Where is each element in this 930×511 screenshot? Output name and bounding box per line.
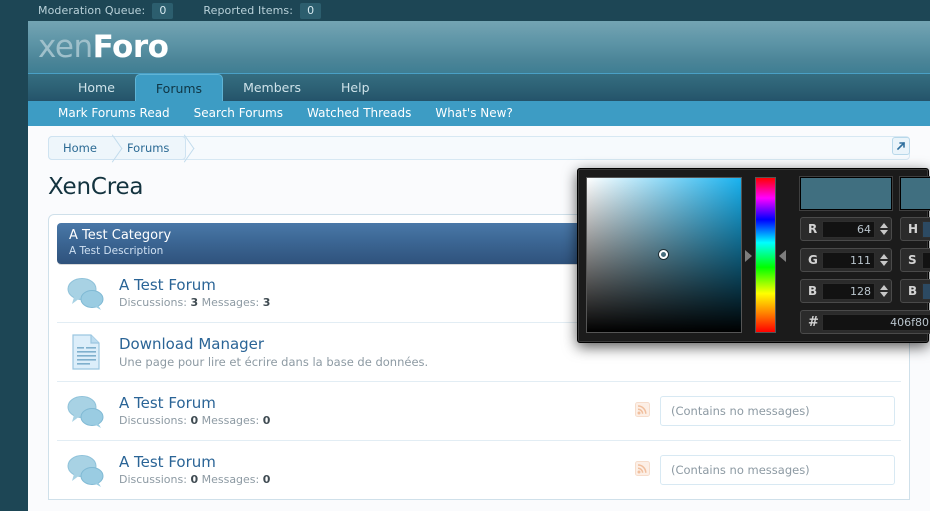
- red-stepper[interactable]: [879, 223, 888, 235]
- red-input[interactable]: 64: [822, 220, 875, 238]
- forum-bubbles-icon: [63, 273, 109, 313]
- hex-row: # 406f80: [800, 310, 930, 334]
- current-color-swatch[interactable]: [800, 177, 892, 210]
- brightness-input[interactable]: 50.196: [922, 282, 930, 300]
- page-document-icon: [63, 332, 109, 372]
- primary-navigation: Home Forums Members Help: [28, 74, 930, 101]
- moderation-queue-count: 0: [152, 2, 174, 19]
- table-row[interactable]: A Test Forum Discussions: 0 Messages: 0: [57, 441, 901, 499]
- rh-row: R 64 H 195.93: [800, 217, 930, 241]
- logo-text-foro: Foro: [92, 29, 169, 65]
- table-row[interactable]: A Test Forum Discussions: 0 Messages: 0: [57, 382, 901, 441]
- subnav-whats-new[interactable]: What's New?: [435, 106, 512, 120]
- red-label: R: [808, 222, 818, 236]
- hue-slider[interactable]: [755, 177, 776, 333]
- moderation-queue-item[interactable]: Moderation Queue: 0: [38, 2, 174, 19]
- blue-label: B: [808, 284, 818, 298]
- subnav-search-forums[interactable]: Search Forums: [194, 106, 283, 120]
- node-main: A Test Forum Discussions: 0 Messages: 0: [119, 453, 625, 488]
- messages-value: 3: [262, 295, 271, 309]
- node-title[interactable]: A Test Forum: [119, 394, 625, 413]
- moderation-queue-label: Moderation Queue:: [38, 4, 146, 17]
- brightness-label: B: [908, 284, 918, 298]
- messages-label: Messages:: [201, 413, 260, 427]
- node-main: A Test Forum Discussions: 0 Messages: 0: [119, 394, 625, 429]
- subnav-mark-forums-read[interactable]: Mark Forums Read: [58, 106, 170, 120]
- bb-row: B 128 B 50.196: [800, 279, 930, 303]
- saturation-field-group[interactable]: S 50: [900, 248, 930, 272]
- brightness-field-group[interactable]: B 50.196: [900, 279, 930, 303]
- rss-icon[interactable]: [635, 460, 650, 480]
- color-picker-controls: R 64 H 195.93 G 111 S 50: [800, 177, 930, 334]
- discussions-value: 0: [190, 413, 199, 427]
- blue-input[interactable]: 128: [822, 282, 875, 300]
- last-post-empty-text: (Contains no messages): [660, 396, 895, 426]
- discussions-value: 0: [190, 472, 199, 486]
- color-swatch-row: [800, 177, 930, 210]
- logo-text-xen: xen: [38, 29, 93, 65]
- green-stepper[interactable]: [879, 254, 888, 266]
- blue-field-group[interactable]: B 128: [800, 279, 892, 303]
- tab-forums[interactable]: Forums: [134, 74, 224, 101]
- color-field-cursor[interactable]: [659, 250, 668, 259]
- subnav-watched-threads[interactable]: Watched Threads: [307, 106, 411, 120]
- hue-marker-right-icon: [779, 249, 786, 262]
- discussions-value: 3: [190, 295, 199, 309]
- last-post-empty-text: (Contains no messages): [660, 455, 895, 485]
- reported-items-label: Reported Items:: [203, 4, 294, 17]
- forum-bubbles-icon: [63, 391, 109, 431]
- green-field-group[interactable]: G 111: [800, 248, 892, 272]
- hue-input[interactable]: 195.93: [922, 220, 930, 238]
- reported-items-count: 0: [300, 2, 322, 19]
- tab-home[interactable]: Home: [58, 74, 135, 101]
- node-last-post: (Contains no messages): [635, 396, 895, 426]
- jump-to-arrow-icon[interactable]: [892, 137, 910, 155]
- site-logo[interactable]: xenForo: [38, 27, 169, 67]
- red-field-group[interactable]: R 64: [800, 217, 892, 241]
- gs-row: G 111 S 50: [800, 248, 930, 272]
- saturation-label: S: [908, 253, 917, 267]
- reported-items-item[interactable]: Reported Items: 0: [203, 2, 322, 19]
- discussions-label: Discussions:: [119, 295, 187, 309]
- green-input[interactable]: 111: [822, 251, 875, 269]
- discussions-label: Discussions:: [119, 413, 187, 427]
- blue-stepper[interactable]: [879, 285, 888, 297]
- messages-value: 0: [262, 413, 271, 427]
- color-picker-dialog[interactable]: R 64 H 195.93 G 111 S 50: [577, 168, 930, 343]
- screen-root: Moderation Queue: 0 Reported Items: 0 xe…: [0, 0, 930, 511]
- hex-label: #: [808, 314, 819, 330]
- node-description: Une page pour lire et écrire dans la bas…: [119, 354, 429, 369]
- breadcrumb: Home Forums: [48, 136, 910, 160]
- color-saturation-brightness-field[interactable]: [586, 177, 742, 333]
- tab-help[interactable]: Help: [321, 74, 390, 101]
- breadcrumb-items: Home Forums: [48, 136, 187, 160]
- messages-value: 0: [262, 472, 271, 486]
- node-last-post: (Contains no messages): [635, 455, 895, 485]
- green-label: G: [808, 253, 818, 267]
- forum-bubbles-icon: [63, 450, 109, 490]
- node-title[interactable]: A Test Forum: [119, 453, 625, 472]
- hex-field-group[interactable]: # 406f80: [800, 310, 930, 334]
- secondary-navigation: Mark Forums Read Search Forums Watched T…: [28, 101, 930, 126]
- hue-label: H: [908, 222, 919, 236]
- saturation-input[interactable]: 50: [922, 251, 930, 269]
- tab-members[interactable]: Members: [223, 74, 321, 101]
- messages-label: Messages:: [201, 472, 260, 486]
- hue-field-group[interactable]: H 195.93: [900, 217, 930, 241]
- hue-marker-left-icon: [745, 249, 752, 262]
- breadcrumb-item-forums[interactable]: Forums: [113, 137, 185, 159]
- rss-icon[interactable]: [635, 401, 650, 421]
- breadcrumb-item-home[interactable]: Home: [49, 137, 113, 159]
- hex-input[interactable]: 406f80: [822, 313, 930, 331]
- node-meta: Discussions: 0 Messages: 0: [119, 472, 625, 488]
- messages-label: Messages:: [201, 295, 260, 309]
- site-header: xenForo: [28, 21, 930, 74]
- moderation-bar: Moderation Queue: 0 Reported Items: 0: [0, 0, 930, 21]
- node-meta: Discussions: 0 Messages: 0: [119, 413, 625, 429]
- discussions-label: Discussions:: [119, 472, 187, 486]
- new-color-swatch[interactable]: [900, 177, 930, 210]
